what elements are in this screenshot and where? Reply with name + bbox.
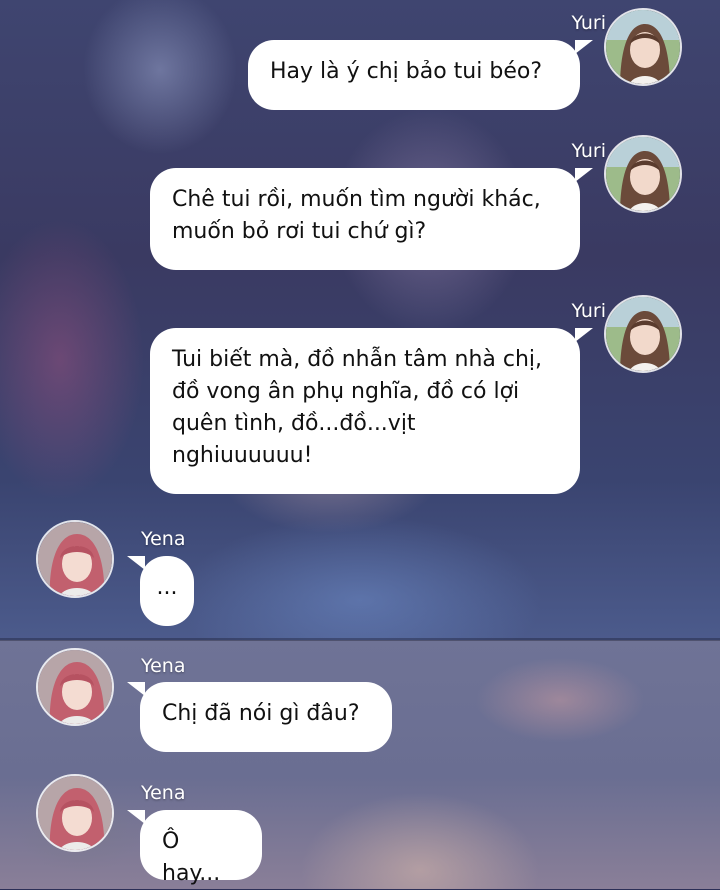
- sender-name: Yena: [141, 782, 186, 804]
- message-bubble[interactable]: ...: [140, 556, 194, 626]
- bubble-tail: [127, 556, 145, 570]
- message-text: ...: [156, 575, 178, 600]
- message-text: Ô hay...: [162, 829, 221, 886]
- bubble-tail: [127, 810, 145, 824]
- bubble-tail: [575, 168, 593, 182]
- avatar-yuri[interactable]: [604, 295, 682, 373]
- bubble-tail: [575, 328, 593, 342]
- sender-name: Yena: [141, 528, 186, 550]
- message-bubble[interactable]: Hay là ý chị bảo tui béo?: [248, 40, 580, 110]
- message-bubble[interactable]: Chị đã nói gì đâu?: [140, 682, 392, 752]
- avatar-yena[interactable]: [36, 648, 114, 726]
- sender-name: Yena: [141, 655, 186, 677]
- avatar-yuri[interactable]: [604, 8, 682, 86]
- bubble-tail: [575, 40, 593, 54]
- avatar-yuri[interactable]: [604, 135, 682, 213]
- sender-name: Yuri: [571, 300, 606, 322]
- bubble-tail: [127, 682, 145, 696]
- message-text: Hay là ý chị bảo tui béo?: [270, 59, 542, 84]
- message-text: Chê tui rồi, muốn tìm người khác, muốn b…: [172, 187, 541, 244]
- message-text: Tui biết mà, đồ nhẫn tâm nhà chị, đồ von…: [172, 347, 543, 468]
- message-bubble[interactable]: Ô hay...: [140, 810, 262, 886]
- sender-name: Yuri: [571, 12, 606, 34]
- avatar-yena[interactable]: [36, 520, 114, 598]
- sender-name: Yuri: [571, 140, 606, 162]
- message-bubble[interactable]: Chê tui rồi, muốn tìm người khác, muốn b…: [150, 168, 580, 270]
- avatar-yena[interactable]: [36, 774, 114, 852]
- message-bubble[interactable]: Tui biết mà, đồ nhẫn tâm nhà chị, đồ von…: [150, 328, 580, 494]
- background-seam: [0, 638, 720, 641]
- message-text: Chị đã nói gì đâu?: [162, 701, 360, 726]
